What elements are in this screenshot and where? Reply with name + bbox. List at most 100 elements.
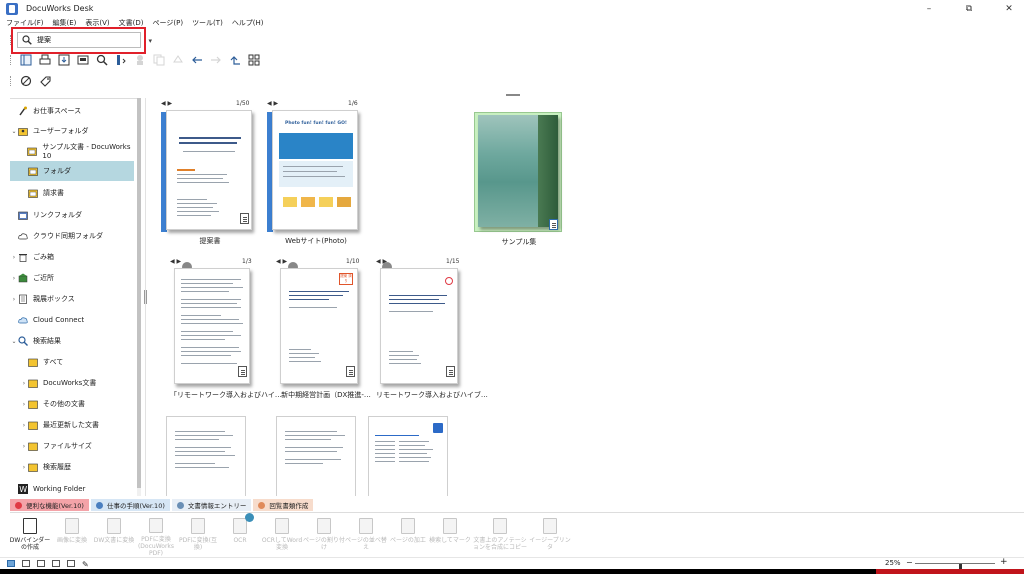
preview-view-icon[interactable] [52, 560, 60, 567]
thumbnail-view-icon[interactable] [7, 560, 15, 567]
tab-convenient-features[interactable]: 便利な機能(Ver.10) [10, 499, 89, 511]
tab-document-entry[interactable]: 文書情報エントリー [171, 499, 252, 511]
up-folder-icon[interactable] [228, 53, 242, 67]
sidebar-item-invoice[interactable]: 請求書 [10, 183, 134, 203]
convert-to-pdf-compat-button[interactable]: PDFに変換(互換) [178, 513, 218, 557]
page-nav-icon[interactable]: ◀ ▶ [267, 100, 278, 107]
split-view-icon[interactable] [67, 560, 75, 567]
document-thumbnail-sample-collection[interactable]: サンプル集 [474, 112, 564, 247]
sidebar-item-link-folder[interactable]: リンクフォルダ [10, 205, 134, 225]
view-mode-icon[interactable] [247, 53, 261, 67]
tree-arrow-icon[interactable]: › [10, 254, 18, 261]
sidebar-item-cloud-connect[interactable]: Cloud Connect [10, 310, 134, 330]
convert-to-dw-button[interactable]: DW文書に変換 [94, 513, 134, 557]
ocr-button[interactable]: OCR [220, 513, 260, 557]
print-icon[interactable] [38, 53, 52, 67]
menu-tools[interactable]: ツール(T) [192, 18, 223, 28]
sidebar-item-confidential-box[interactable]: › 親展ボックス [10, 289, 134, 309]
document-thumbnail-remote-work-1[interactable]: ◀ ▶ 1/3 「リモートワーク導入およびハイ… [170, 258, 282, 400]
menu-help[interactable]: ヘルプ(H) [232, 18, 264, 28]
pin-icon[interactable]: ✎ [82, 560, 90, 569]
document-name[interactable]: Webサイト(Photo) [266, 236, 366, 246]
back-arrow-icon[interactable] [190, 53, 204, 67]
document-name[interactable]: リモートワーク導入およびハイブ… [376, 390, 488, 400]
workspace-tools-icon[interactable] [19, 74, 33, 88]
sidebar-item-trash[interactable]: › ごみ箱 [10, 247, 134, 267]
sidebar-item-search-all[interactable]: すべて [10, 352, 134, 372]
zoom-in-button[interactable]: + [1000, 557, 1008, 567]
annotation-icon[interactable] [133, 53, 147, 67]
tree-arrow-icon[interactable]: ⌄ [10, 338, 18, 345]
toolbar-grip[interactable] [10, 55, 12, 65]
document-thumbnail-9[interactable] [368, 416, 452, 496]
sidebar-item-sample-documents[interactable]: サンプル文書 - DocuWorks 10 [10, 141, 134, 161]
toolbar-splitter-handle[interactable] [506, 94, 520, 96]
zoom-slider[interactable] [915, 563, 995, 572]
viewer-icon[interactable] [19, 53, 33, 67]
scrollbar-thumb[interactable] [137, 98, 141, 488]
tree-arrow-icon[interactable]: › [20, 422, 28, 429]
copy-icon[interactable] [152, 53, 166, 67]
sidebar-item-search-results[interactable]: ⌄ 検索結果 [10, 331, 134, 351]
pane-splitter-handle[interactable] [144, 290, 147, 304]
page-nav-icon[interactable]: ◀ ▶ [276, 258, 287, 265]
document-name[interactable]: サンプル集 [474, 237, 564, 247]
tab-work-procedure[interactable]: 仕事の手順(Ver.10) [90, 499, 170, 511]
tree-arrow-icon[interactable]: › [10, 275, 18, 282]
document-name[interactable]: 新中期経営計画（DX推進-… [276, 390, 376, 400]
tree-arrow-icon[interactable]: › [20, 380, 28, 387]
document-name[interactable]: 「リモートワーク導入およびハイ… [170, 390, 282, 400]
sidebar-item-user-folder[interactable]: ⌄ ユーザーフォルダ [10, 121, 134, 141]
search-mark-button[interactable]: 検索してマーク [429, 513, 471, 557]
close-button[interactable]: ✕ [994, 0, 1024, 17]
document-thumbnail-proposal[interactable]: ◀ ▶ 1/50 提案書 [160, 100, 260, 245]
document-thumbnail-website[interactable]: ◀ ▶ 1/6 Photo fun! fun! fun! GO! Webサイト(… [266, 100, 366, 245]
ocr-word-button[interactable]: OCRしてWord変換 [262, 513, 302, 557]
zoom-out-button[interactable]: − [906, 558, 913, 567]
forward-arrow-icon[interactable] [209, 53, 223, 67]
sidebar-item-other-documents[interactable]: › その他の文書 [10, 394, 134, 414]
menu-page[interactable]: ページ(P) [153, 18, 184, 28]
recycle-icon[interactable] [171, 53, 185, 67]
tree-arrow-icon[interactable]: › [20, 401, 28, 408]
tag-icon[interactable] [38, 74, 52, 88]
document-thumbnail-7[interactable] [166, 416, 250, 496]
document-name[interactable]: 提案書 [160, 236, 260, 246]
convert-to-image-button[interactable]: 画像に変換 [52, 513, 92, 557]
page-nav-icon[interactable]: ◀ ▶ [170, 258, 181, 265]
maximize-button[interactable]: ⧉ [954, 0, 984, 17]
toolbar-grip[interactable] [10, 76, 12, 86]
easy-printer-button[interactable]: イージープリンタ [529, 513, 571, 557]
tree-arrow-icon[interactable]: › [20, 464, 28, 471]
convert-to-pdf-button[interactable]: PDFに変換(DocuWorks PDF) [136, 513, 176, 557]
document-thumbnail-mid-term-plan[interactable]: ◀ ▶ 1/10 提案 済り 新中期経営計画（DX推進-… [276, 258, 376, 400]
scan-icon[interactable] [76, 53, 90, 67]
sidebar-item-workspace[interactable]: お仕事スペース [10, 101, 134, 121]
zoom-icon[interactable] [95, 53, 109, 67]
chevron-down-icon[interactable]: ▾ [148, 37, 152, 45]
tab-circulation[interactable]: 回覧書類作成 [253, 499, 314, 511]
copy-annotation-button[interactable]: 文書上のアノテーションを合成にコピー [472, 513, 528, 557]
sidebar-item-working-folder[interactable]: W Working Folder [10, 479, 134, 499]
list-view-icon[interactable] [22, 560, 30, 567]
create-binder-button[interactable]: DWバインダーの作成 [10, 513, 50, 557]
sidebar-item-cloud-sync-folder[interactable]: クラウド同期フォルダ [10, 226, 134, 246]
page-nav-icon[interactable]: ◀ ▶ [161, 100, 172, 107]
layout-icon[interactable] [114, 53, 128, 67]
page-layout-button[interactable]: ページの割り付け [303, 513, 345, 557]
document-thumbnail-8[interactable] [276, 416, 360, 496]
document-thumbnail-remote-work-2[interactable]: ◀ ▶ 1/15 リモートワーク導入およびハイブ… [376, 258, 488, 400]
sidebar-item-search-history[interactable]: › 検索履歴 [10, 457, 134, 477]
sidebar-item-file-size[interactable]: › ファイルサイズ [10, 436, 134, 456]
tree-arrow-icon[interactable]: › [10, 296, 18, 303]
sidebar-item-recently-updated[interactable]: › 最近更新した文書 [10, 415, 134, 435]
sidebar-item-neighborhood[interactable]: › ご近所 [10, 268, 134, 288]
minimize-button[interactable]: – [914, 0, 944, 17]
page-process-button[interactable]: ページの加工 [388, 513, 428, 557]
sidebar-item-folder[interactable]: フォルダ [10, 161, 134, 181]
sidebar-item-docuworks-documents[interactable]: › DocuWorks文書 [10, 373, 134, 393]
tree-arrow-icon[interactable]: › [20, 443, 28, 450]
import-icon[interactable] [57, 53, 71, 67]
page-reorder-button[interactable]: ページの並べ替え [345, 513, 387, 557]
tree-arrow-icon[interactable]: ⌄ [10, 128, 18, 135]
